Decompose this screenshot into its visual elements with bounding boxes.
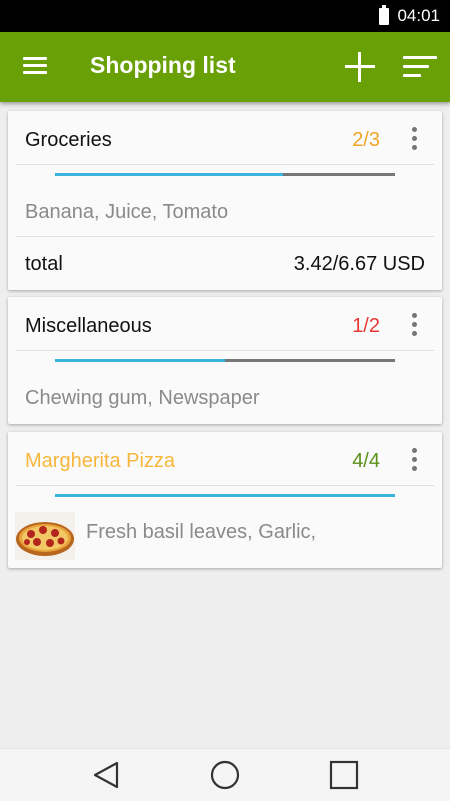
list-count: 1/2 <box>352 315 380 337</box>
list-items-summary: Chewing gum, Newspaper <box>25 387 260 409</box>
sort-icon[interactable] <box>403 56 437 78</box>
progress-bar <box>55 173 395 176</box>
progress-fill <box>55 494 395 497</box>
battery-icon <box>379 4 390 25</box>
more-options-icon[interactable] <box>412 448 418 474</box>
recents-square-icon[interactable] <box>329 760 359 790</box>
progress-bar <box>55 359 395 362</box>
progress-fill <box>55 359 225 362</box>
divider <box>16 350 434 351</box>
progress-fill <box>55 173 283 176</box>
home-circle-icon[interactable] <box>210 760 240 790</box>
page-title: Shopping list <box>90 52 236 78</box>
divider <box>16 164 434 165</box>
total-value: 3.42/6.67 USD <box>293 253 425 275</box>
total-label: total <box>25 253 63 275</box>
list-items-summary: Fresh basil leaves, Garlic, <box>86 521 317 543</box>
list-count: 2/3 <box>352 129 380 151</box>
pizza-thumbnail-image <box>15 512 75 560</box>
status-time: 04:01 <box>397 6 440 25</box>
hamburger-menu-icon[interactable] <box>23 57 47 77</box>
more-options-icon[interactable] <box>412 127 418 153</box>
divider <box>16 485 434 486</box>
list-items-summary: Banana, Juice, Tomato <box>25 201 229 223</box>
add-list-button[interactable] <box>343 50 377 84</box>
divider <box>16 236 434 237</box>
back-triangle-icon[interactable] <box>92 760 122 790</box>
list-name: Margherita Pizza <box>25 450 176 472</box>
more-options-icon[interactable] <box>412 313 418 339</box>
list-name: Groceries <box>25 129 112 151</box>
list-count: 4/4 <box>352 450 380 472</box>
list-card-margherita-pizza[interactable]: Margherita Pizza 4/4 Fresh basil leaves,… <box>8 432 442 568</box>
system-navigation-bar <box>0 748 450 801</box>
list-card-groceries[interactable]: Groceries 2/3 Banana, Juice, Tomato tota… <box>8 111 442 290</box>
status-bar: 04:01 <box>0 0 450 32</box>
app-bar: Shopping list <box>0 32 450 102</box>
list-name: Miscellaneous <box>25 315 152 337</box>
progress-bar <box>55 494 395 497</box>
list-card-miscellaneous[interactable]: Miscellaneous 1/2 Chewing gum, Newspaper <box>8 297 442 424</box>
